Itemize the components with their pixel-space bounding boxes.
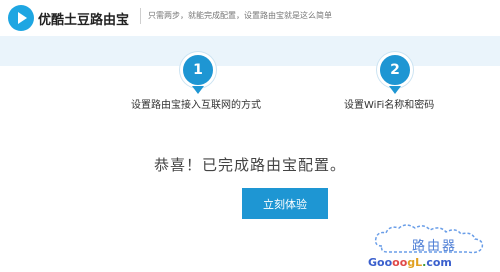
watermark-url: GoooogL.com: [368, 256, 452, 269]
step-1-marker: 1: [180, 52, 216, 94]
step-2-label: 设置WiFi名称和密码: [344, 100, 435, 111]
app-title: 优酷土豆路由宝: [38, 13, 130, 28]
header-bar: 优酷土豆路由宝 只需两步，就能完成配置，设置路由宝就是这么简单: [0, 0, 500, 36]
watermark-url-part: gL: [407, 256, 423, 269]
step-2-marker: 2: [377, 52, 413, 94]
watermark-url-part: oo: [392, 256, 408, 269]
steps-band: [0, 36, 500, 66]
header-divider: [140, 8, 141, 24]
watermark-text: 路由器: [412, 239, 458, 254]
watermark-url-part: Goo: [368, 256, 393, 269]
experience-now-button[interactable]: 立刻体验: [242, 188, 328, 219]
play-icon: [18, 12, 27, 24]
watermark-url-part: com: [426, 256, 452, 269]
step-1-label: 设置路由宝接入互联网的方式: [131, 100, 261, 111]
header-tagline: 只需两步，就能完成配置，设置路由宝就是这么简单: [148, 11, 332, 20]
youku-tudou-logo-icon: [8, 5, 34, 31]
completion-message: 恭喜！已完成路由宝配置。: [153, 156, 346, 174]
